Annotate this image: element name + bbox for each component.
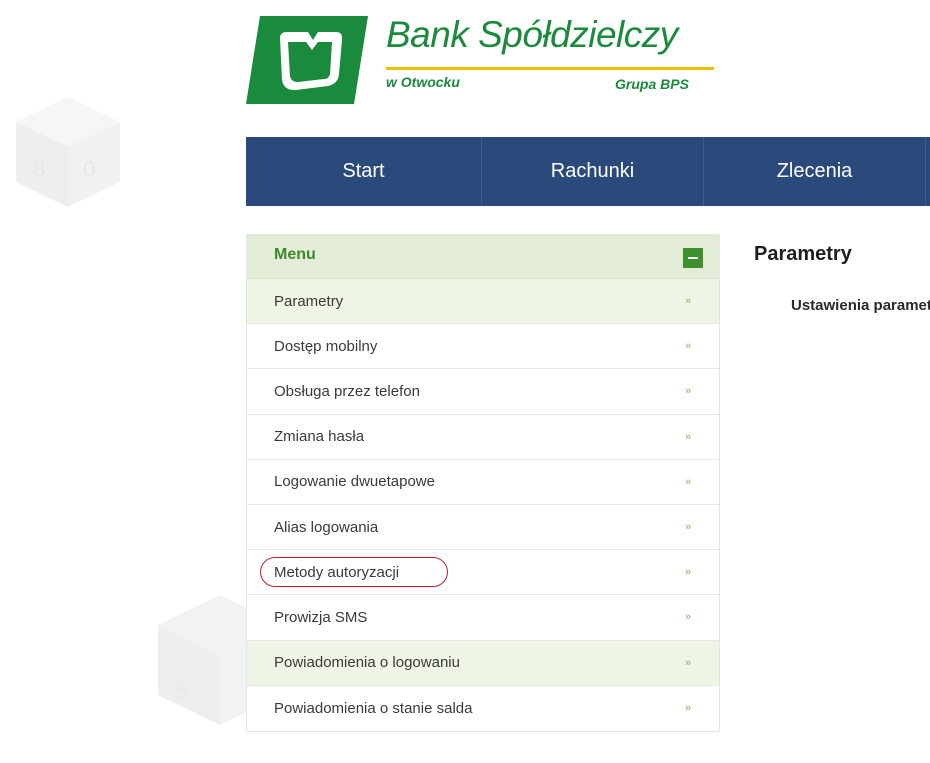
svg-text:5: 5 xyxy=(175,676,189,706)
menu-item-label: Zmiana hasła xyxy=(274,428,365,446)
menu-item-parametry[interactable]: Parametry » xyxy=(247,279,719,325)
bank-logo[interactable]: Bank Spółdzielczy w Otwocku Grupa BPS xyxy=(246,12,716,107)
double-chevron-right-icon: » xyxy=(685,385,691,398)
logo-divider xyxy=(386,67,714,70)
tab-zlecenia[interactable]: Zlecenia xyxy=(704,137,926,206)
page-title: Parametry xyxy=(754,243,852,265)
menu-item-label: Alias logowania xyxy=(274,518,379,536)
tab-overflow xyxy=(926,137,930,206)
bank-group: Grupa BPS xyxy=(615,76,689,92)
double-chevron-right-icon: » xyxy=(685,702,691,715)
double-chevron-right-icon: » xyxy=(685,340,691,353)
menu-item-powiadomienia-o-logowaniu[interactable]: Powiadomienia o logowaniu » xyxy=(247,640,719,686)
menu-title: Menu xyxy=(274,246,316,263)
menu-item-dostep-mobilny[interactable]: Dostęp mobilny » xyxy=(247,324,719,370)
double-chevron-right-icon: » xyxy=(685,521,691,534)
side-menu: Menu Parametry » Dostęp mobilny » Obsług… xyxy=(246,234,720,732)
top-navigation: Start Rachunki Zlecenia xyxy=(246,137,930,206)
double-chevron-right-icon: » xyxy=(685,656,691,669)
minus-icon[interactable] xyxy=(683,248,703,268)
menu-item-label: Powiadomienia o logowaniu xyxy=(274,654,460,672)
bank-city: w Otwocku xyxy=(386,74,460,90)
menu-item-label: Obsługa przez telefon xyxy=(274,382,420,400)
svg-text:0: 0 xyxy=(83,157,95,182)
menu-item-label: Prowizja SMS xyxy=(274,608,368,626)
menu-header: Menu xyxy=(247,234,719,279)
menu-item-logowanie-dwuetapowe[interactable]: Logowanie dwuetapowe » xyxy=(247,459,719,505)
menu-item-zmiana-hasla[interactable]: Zmiana hasła » xyxy=(247,414,719,460)
bank-name: Bank Spółdzielczy xyxy=(386,14,678,55)
menu-item-powiadomienia-o-stanie-salda[interactable]: Powiadomienia o stanie salda » xyxy=(247,685,719,731)
section-heading: Ustawienia parametrów xyxy=(791,297,930,314)
menu-item-prowizja-sms[interactable]: Prowizja SMS » xyxy=(247,595,719,641)
double-chevron-right-icon: » xyxy=(685,430,691,443)
double-chevron-right-icon: » xyxy=(685,611,691,624)
watermark-cube-icon: 8 0 xyxy=(16,97,120,207)
bank-logo-mark-icon xyxy=(246,16,368,104)
tab-rachunki[interactable]: Rachunki xyxy=(482,137,704,206)
menu-item-label: Metody autoryzacji xyxy=(274,563,400,581)
svg-text:8: 8 xyxy=(33,157,45,182)
menu-item-label: Powiadomienia o stanie salda xyxy=(274,699,473,717)
double-chevron-right-icon: » xyxy=(685,475,691,488)
tab-start[interactable]: Start xyxy=(246,137,482,206)
menu-item-label: Parametry xyxy=(274,292,344,310)
double-chevron-right-icon: » xyxy=(685,566,691,579)
double-chevron-right-icon: » xyxy=(685,295,691,308)
menu-item-obsluga-przez-telefon[interactable]: Obsługa przez telefon » xyxy=(247,369,719,415)
menu-item-alias-logowania[interactable]: Alias logowania » xyxy=(247,504,719,551)
menu-item-label: Logowanie dwuetapowe xyxy=(274,473,435,491)
menu-item-label: Dostęp mobilny xyxy=(274,337,378,355)
menu-item-metody-autoryzacji[interactable]: Metody autoryzacji » xyxy=(247,550,719,596)
